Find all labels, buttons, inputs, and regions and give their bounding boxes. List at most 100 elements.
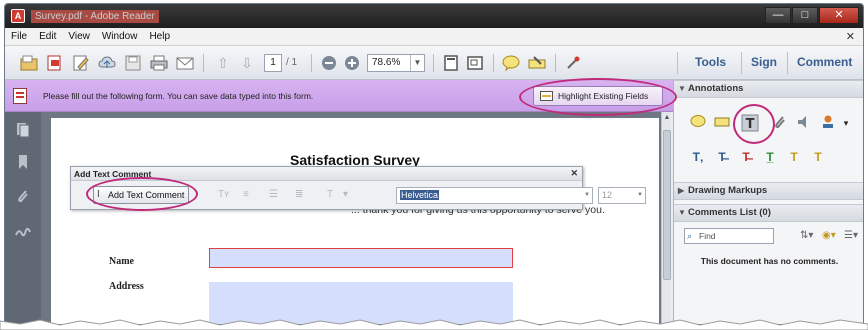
attach-file-icon[interactable] [770, 114, 790, 132]
customize-toolbar-icon[interactable] [563, 54, 583, 72]
text-style-icon[interactable]: Tʏ [218, 189, 229, 200]
insert-text-icon[interactable]: T‚ [688, 148, 708, 166]
zoom-level-value: 78.6% [372, 57, 401, 68]
open-file-icon[interactable] [19, 54, 39, 72]
align-left-icon[interactable]: ≡ [243, 189, 249, 200]
vertical-scrollbar[interactable]: ▲ [661, 112, 671, 324]
form-notification-bar: Please fill out the following form. You … [5, 80, 673, 112]
scroll-up-icon[interactable]: ▲ [663, 114, 671, 124]
fit-page-icon[interactable] [441, 54, 461, 72]
email-icon[interactable] [175, 54, 195, 72]
stamp-icon[interactable] [818, 114, 838, 132]
chevron-down-icon[interactable]: ▾ [836, 114, 856, 132]
zoom-out-icon[interactable] [319, 54, 339, 72]
add-note-to-text-icon[interactable]: T [784, 148, 804, 166]
create-pdf-icon[interactable] [45, 54, 65, 72]
signatures-icon[interactable] [15, 224, 31, 240]
name-field[interactable] [209, 248, 513, 268]
menu-view[interactable]: View [62, 31, 96, 42]
find-placeholder: Find [699, 231, 716, 241]
window-title: Survey.pdf - Adobe Reader [31, 9, 159, 23]
navigation-pane [5, 112, 41, 324]
menu-help[interactable]: Help [143, 31, 176, 42]
highlight-note-icon[interactable]: T [808, 148, 828, 166]
comments-list-section-header[interactable]: ▼ Comments List (0) [674, 204, 863, 222]
close-window-button[interactable]: ✕ [819, 7, 859, 24]
add-text-comment-icon[interactable]: T [740, 114, 760, 132]
no-comments-message: This document has no comments. [700, 256, 839, 266]
collapse-triangle-icon: ▼ [678, 84, 686, 93]
chevron-down-icon: ▼ [584, 192, 590, 198]
maximize-button[interactable]: □ [792, 7, 818, 24]
page-number-input[interactable]: 1 [264, 54, 282, 72]
menu-edit[interactable]: Edit [33, 31, 62, 42]
bookmarks-icon[interactable] [15, 154, 31, 170]
window-controls: — □ ✕ [765, 7, 859, 24]
font-family-select[interactable]: Helvetica ▼ [396, 187, 593, 204]
highlight-text-icon[interactable] [527, 54, 547, 72]
next-page-icon[interactable]: ⇩ [237, 54, 257, 72]
save-icon[interactable] [123, 54, 143, 72]
text-cursor-icon: I [97, 189, 100, 200]
toolbar-separator [203, 54, 204, 72]
tab-sign[interactable]: Sign [751, 55, 777, 69]
chevron-down-icon[interactable]: ▾ [343, 189, 348, 200]
underline-icon[interactable]: T̲ [760, 148, 780, 166]
add-text-comment-button[interactable]: I Add Text Comment [93, 186, 190, 204]
close-icon[interactable]: ✕ [570, 168, 578, 179]
find-comments-input[interactable]: ⌕ Find [684, 228, 774, 244]
align-right-icon[interactable]: ≣ [295, 189, 303, 200]
drawing-markups-section-header[interactable]: ▶ Drawing Markups [674, 182, 863, 200]
options-menu-icon[interactable]: ☰▾ [844, 230, 858, 241]
menu-file[interactable]: File [5, 31, 33, 42]
annotations-section-header[interactable]: ▼ Annotations [674, 80, 863, 98]
print-icon[interactable] [149, 54, 169, 72]
menu-window[interactable]: Window [96, 31, 144, 42]
highlight-fields-label: Highlight Existing Fields [558, 91, 649, 101]
highlight-existing-fields-button[interactable]: Highlight Existing Fields [533, 86, 663, 106]
tab-comment[interactable]: Comment [797, 55, 852, 69]
full-screen-icon[interactable] [465, 54, 485, 72]
document-area: Satisfaction Survey ... thank you for gi… [41, 112, 671, 324]
tab-tools[interactable]: Tools [695, 55, 726, 69]
expand-triangle-icon: ▶ [678, 186, 685, 195]
chevron-down-icon: ▼ [410, 55, 424, 71]
toolbar-separator [741, 52, 742, 74]
collapse-triangle-icon: ▼ [678, 208, 686, 217]
add-text-comment-header[interactable]: Add Text Comment [71, 167, 582, 181]
font-size-value: 12 [602, 190, 613, 200]
text-comment-toolbar: I Add Text Comment Tʏ ≡ ☰ ≣ T ▾ Helvetic… [71, 182, 646, 210]
font-family-value: Helvetica [400, 190, 440, 200]
attachments-icon[interactable] [15, 188, 31, 204]
scroll-thumb[interactable] [663, 130, 671, 280]
record-audio-icon[interactable] [794, 114, 814, 132]
menu-bar: File Edit View Window Help ✕ [5, 28, 863, 46]
align-center-icon[interactable]: ☰ [269, 189, 278, 200]
font-size-select[interactable]: 12 ▼ [598, 187, 646, 204]
page-thumbnails-icon[interactable] [15, 122, 31, 138]
svg-text:T: T [746, 117, 755, 132]
previous-page-icon[interactable]: ⇧ [213, 54, 233, 72]
toolbar-separator [677, 52, 678, 74]
comments-list-label: Comments List (0) [688, 207, 771, 218]
form-message: Please fill out the following form. You … [43, 91, 314, 101]
cloud-upload-icon[interactable] [97, 54, 117, 72]
edit-document-icon[interactable] [71, 54, 91, 72]
replace-text-icon[interactable]: T̶ [712, 148, 732, 166]
toolbar-separator [787, 52, 788, 74]
close-document-icon[interactable]: ✕ [846, 30, 855, 43]
filter-comments-icon[interactable]: ◉▾ [822, 230, 836, 241]
highlight-text-icon[interactable] [712, 114, 732, 132]
chevron-down-icon: ▼ [637, 192, 643, 198]
drawing-markups-label: Drawing Markups [688, 185, 768, 196]
page-total: / 1 [286, 57, 298, 68]
toolbar-separator [555, 54, 556, 72]
zoom-level-select[interactable]: 78.6% ▼ [367, 54, 425, 72]
strikethrough-icon[interactable]: T̶ [736, 148, 756, 166]
sort-comments-icon[interactable]: ⇅▾ [800, 230, 813, 241]
text-color-icon[interactable]: T [327, 189, 333, 200]
sticky-note-icon[interactable] [688, 114, 708, 132]
sticky-note-icon[interactable] [501, 54, 521, 72]
minimize-button[interactable]: — [765, 7, 791, 24]
zoom-in-icon[interactable] [342, 54, 362, 72]
